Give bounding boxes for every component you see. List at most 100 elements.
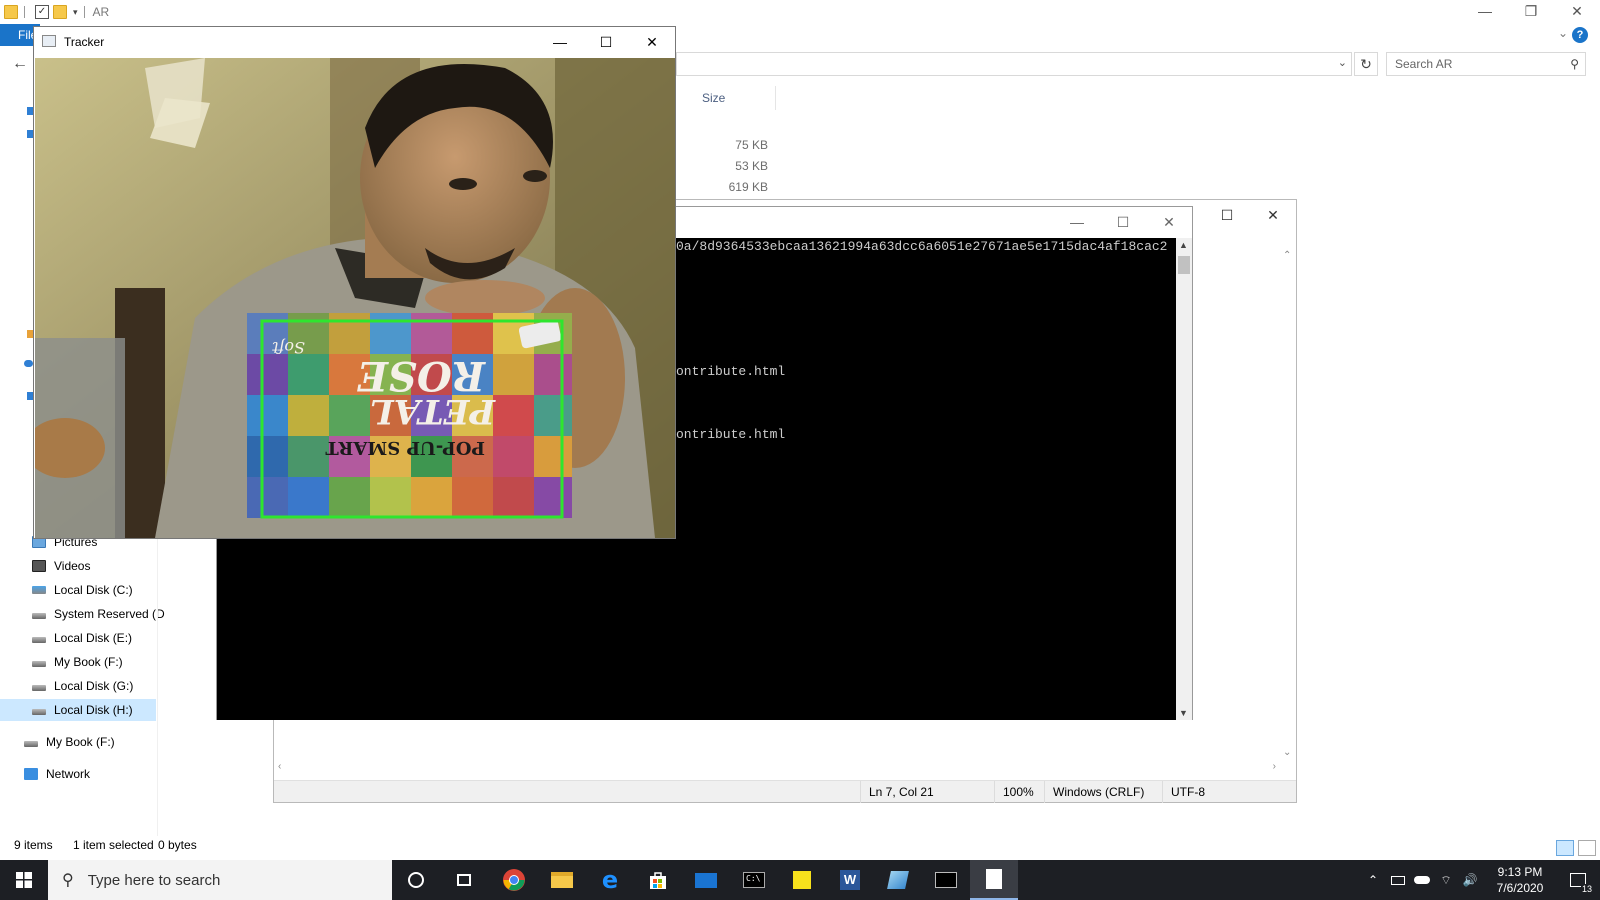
network-icon bbox=[24, 768, 38, 780]
notification-badge: 13 bbox=[1580, 884, 1593, 894]
search-icon: ⚲ bbox=[62, 872, 74, 889]
start-button[interactable] bbox=[0, 860, 48, 900]
chevron-down-icon[interactable]: ⌄ bbox=[1338, 56, 1347, 69]
explorer-statusbar: 9 items 1 item selected 0 bytes bbox=[0, 838, 1600, 858]
edge-icon[interactable]: e bbox=[586, 860, 634, 900]
customize-toolbar-icon[interactable]: ▾ bbox=[73, 7, 78, 18]
sidebar-item-local-disk-c[interactable]: Local Disk (C:) bbox=[32, 579, 133, 601]
divider bbox=[24, 6, 25, 18]
close-button[interactable]: ✕ bbox=[629, 27, 675, 57]
sidebar-item-local-disk-g[interactable]: Local Disk (G:) bbox=[32, 675, 133, 697]
details-view-icon[interactable] bbox=[1556, 840, 1574, 856]
maximize-button[interactable]: ☐ bbox=[583, 27, 629, 57]
command-prompt-icon[interactable]: C:\ bbox=[730, 860, 778, 900]
notepad-statusbar: Ln 7, Col 21 100% Windows (CRLF) UTF-8 bbox=[274, 780, 1296, 803]
drive-icon bbox=[32, 661, 46, 667]
chrome-logo-icon bbox=[503, 869, 525, 891]
sidebar-item-label: My Book (F:) bbox=[46, 735, 115, 749]
sidebar-item-my-book-f-root[interactable]: My Book (F:) bbox=[24, 731, 115, 753]
word-icon[interactable]: W bbox=[826, 860, 874, 900]
chevron-down-icon[interactable]: ⌄ bbox=[1558, 26, 1568, 40]
search-input[interactable]: Search AR ⚲ bbox=[1386, 52, 1586, 76]
selection-size: 0 bytes bbox=[158, 838, 197, 852]
divider bbox=[157, 530, 158, 836]
notepad-taskbar-icon[interactable] bbox=[970, 860, 1018, 900]
large-icons-view-icon[interactable] bbox=[1578, 840, 1596, 856]
envelope-icon bbox=[695, 872, 717, 888]
sidebar-item-network[interactable]: Network bbox=[24, 763, 90, 785]
sidebar-item-label: Local Disk (G:) bbox=[54, 679, 134, 693]
scrollbar-thumb[interactable] bbox=[1178, 256, 1190, 274]
back-arrow-icon[interactable]: ← bbox=[12, 55, 28, 73]
scroll-right-icon[interactable]: › bbox=[1273, 761, 1276, 772]
scroll-up-icon[interactable]: ⌃ bbox=[1283, 250, 1291, 261]
mail-icon[interactable] bbox=[682, 860, 730, 900]
selection-count: 1 item selected bbox=[73, 838, 154, 852]
drive-icon bbox=[32, 685, 46, 691]
taskbar-search-input[interactable]: ⚲ Type here to search bbox=[48, 860, 392, 900]
battery-icon[interactable] bbox=[1386, 860, 1410, 900]
restore-button[interactable]: ❐ bbox=[1508, 0, 1554, 22]
horizontal-scrollbar[interactable]: ‹ › bbox=[274, 760, 1280, 776]
minimize-button[interactable]: — bbox=[1462, 0, 1508, 22]
onedrive-icon[interactable] bbox=[1410, 860, 1434, 900]
vertical-scrollbar[interactable]: ⌃ ⌄ bbox=[1280, 250, 1296, 758]
store-icon[interactable] bbox=[634, 860, 682, 900]
tracker-titlebar[interactable]: Tracker — ☐ ✕ bbox=[34, 27, 675, 57]
folder-icon bbox=[4, 5, 18, 19]
minimize-button[interactable]: — bbox=[1054, 207, 1100, 237]
refresh-icon[interactable]: ↻ bbox=[1354, 52, 1378, 76]
properties-icon[interactable]: ✓ bbox=[35, 5, 49, 19]
encoding: UTF-8 bbox=[1162, 781, 1296, 803]
clock-time: 9:13 PM bbox=[1497, 865, 1543, 879]
cortana-icon[interactable] bbox=[392, 860, 440, 900]
sidebar-item-videos[interactable]: Videos bbox=[32, 555, 90, 577]
close-button[interactable]: ✕ bbox=[1554, 0, 1600, 22]
chrome-icon[interactable] bbox=[490, 860, 538, 900]
sticky-notes-icon[interactable] bbox=[778, 860, 826, 900]
volume-icon[interactable]: 🔊 bbox=[1458, 860, 1482, 900]
new-folder-icon[interactable] bbox=[53, 5, 67, 19]
address-bar[interactable]: ⌄ bbox=[676, 52, 1352, 76]
help-icon[interactable]: ? bbox=[1572, 27, 1588, 43]
console-app-icon[interactable] bbox=[922, 860, 970, 900]
sidebar-item-label: My Book (F:) bbox=[54, 655, 123, 669]
drive-icon bbox=[32, 637, 46, 643]
close-button[interactable]: ✕ bbox=[1250, 200, 1296, 230]
show-hidden-icons-icon[interactable]: ⌃ bbox=[1362, 860, 1384, 900]
maximize-button[interactable]: ☐ bbox=[1204, 200, 1250, 230]
sidebar-item-label: Local Disk (H:) bbox=[54, 703, 133, 717]
close-button[interactable]: ✕ bbox=[1146, 207, 1192, 237]
tracker-window-controls: — ☐ ✕ bbox=[537, 27, 675, 57]
sidebar-item-label: System Reserved (D bbox=[54, 607, 165, 621]
scroll-down-icon[interactable]: ▼ bbox=[1179, 708, 1188, 718]
onedrive-icon bbox=[24, 360, 33, 367]
vertical-scrollbar[interactable]: ▲ ▼ bbox=[1176, 238, 1192, 720]
window-title: Tracker bbox=[64, 35, 105, 49]
scroll-up-icon[interactable]: ▲ bbox=[1179, 240, 1188, 250]
sidebar-item-my-book-f[interactable]: My Book (F:) bbox=[32, 651, 123, 673]
system-clock[interactable]: 9:13 PM 7/6/2020 bbox=[1490, 864, 1550, 896]
app-icon-blue[interactable] bbox=[874, 860, 922, 900]
minimize-button[interactable]: — bbox=[537, 27, 583, 57]
sidebar-item-system-reserved[interactable]: System Reserved (D bbox=[32, 603, 165, 625]
maximize-button[interactable]: ☐ bbox=[1100, 207, 1146, 237]
box-label-line: ROSE bbox=[357, 352, 486, 399]
zoom-level: 100% bbox=[994, 781, 1044, 803]
search-placeholder: Type here to search bbox=[87, 871, 221, 889]
wifi-icon[interactable]: ⌔ bbox=[1434, 860, 1458, 900]
camera-feed: POP-UP SMART PETAL ROSE Soft bbox=[35, 58, 675, 538]
notifications-icon[interactable]: 13 bbox=[1558, 860, 1598, 900]
sidebar-item-local-disk-e[interactable]: Local Disk (E:) bbox=[32, 627, 132, 649]
file-explorer-icon[interactable] bbox=[538, 860, 586, 900]
search-placeholder: Search AR bbox=[1395, 57, 1453, 71]
scroll-left-icon[interactable]: ‹ bbox=[278, 761, 281, 772]
task-view-icon[interactable] bbox=[440, 860, 488, 900]
notepad-icon bbox=[986, 869, 1002, 889]
scroll-down-icon[interactable]: ⌄ bbox=[1283, 747, 1291, 758]
windows-logo-icon bbox=[16, 872, 32, 888]
cursor-position: Ln 7, Col 21 bbox=[860, 781, 994, 803]
sidebar-item-local-disk-h[interactable]: Local Disk (H:) bbox=[0, 699, 156, 721]
column-header-size[interactable]: Size bbox=[696, 86, 776, 110]
notepad-window-controls: ☐ ✕ bbox=[1204, 200, 1296, 230]
